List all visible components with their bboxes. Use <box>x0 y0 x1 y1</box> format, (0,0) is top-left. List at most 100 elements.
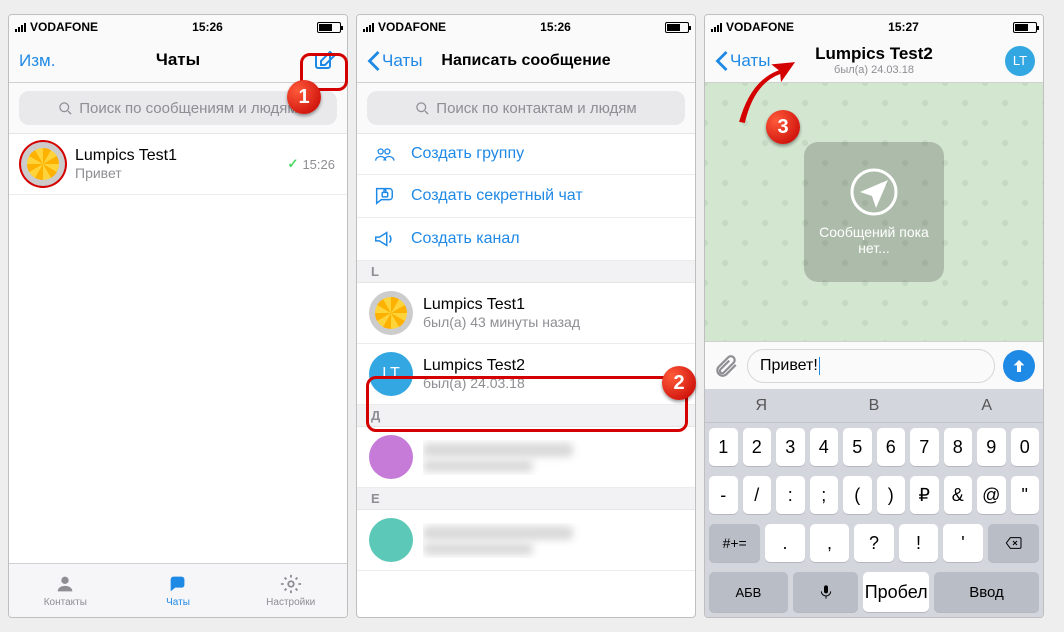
key[interactable]: 9 <box>977 428 1006 466</box>
search-icon <box>58 101 73 116</box>
back-button[interactable]: Чаты <box>357 39 432 82</box>
contact-avatar <box>369 291 413 335</box>
tab-settings[interactable]: Настройки <box>234 564 347 617</box>
key[interactable]: ! <box>899 524 938 562</box>
contact-avatar: LT <box>369 352 413 396</box>
gear-icon <box>278 573 304 595</box>
status-bar: VODAFONE 15:27 <box>705 15 1043 39</box>
nav-title: Lumpics Test2был(а) 24.03.18 <box>815 45 933 76</box>
callout-badge-2: 2 <box>662 366 696 400</box>
key[interactable]: & <box>944 476 973 514</box>
callout-badge-3: 3 <box>766 110 800 144</box>
message-input[interactable]: Привет! <box>747 349 995 383</box>
chat-time: 15:26 <box>302 157 335 172</box>
search-icon <box>415 101 430 116</box>
attach-icon[interactable] <box>713 353 739 379</box>
key[interactable]: ' <box>943 524 982 562</box>
create-channel-button[interactable]: Создать канал <box>357 218 695 261</box>
key[interactable]: : <box>776 476 805 514</box>
send-button[interactable] <box>1003 350 1035 382</box>
contact-row[interactable]: Lumpics Test1 был(а) 43 минуты назад <box>357 283 695 344</box>
key[interactable]: - <box>709 476 738 514</box>
nav-title: Чаты <box>156 51 200 70</box>
key-space[interactable]: Пробел <box>863 572 929 612</box>
candidate[interactable]: В <box>818 389 931 422</box>
chat-avatar <box>21 142 65 186</box>
key-enter[interactable]: Ввод <box>934 572 1039 612</box>
signal-icon <box>711 22 722 32</box>
carrier-label: VODAFONE <box>378 20 446 34</box>
key[interactable]: . <box>765 524 804 562</box>
contact-avatar <box>369 435 413 479</box>
text-cursor <box>819 357 821 375</box>
key[interactable]: " <box>1011 476 1040 514</box>
compose-icon <box>313 49 337 73</box>
key-abc[interactable]: АБВ <box>709 572 788 612</box>
contact-row-blurred[interactable] <box>357 427 695 488</box>
create-secret-chat-button[interactable]: Создать секретный чат <box>357 175 695 218</box>
key-backspace[interactable] <box>988 524 1039 562</box>
key[interactable]: 4 <box>810 428 839 466</box>
key[interactable]: / <box>743 476 772 514</box>
chat-name: Lumpics Test1 <box>75 147 278 165</box>
status-bar: VODAFONE 15:26 <box>9 15 347 39</box>
tab-bar: Контакты Чаты Настройки <box>9 563 347 617</box>
chat-last-message: Привет <box>75 165 278 181</box>
tab-contacts[interactable]: Контакты <box>9 564 122 617</box>
compose-button[interactable] <box>303 39 347 82</box>
mic-icon <box>818 582 834 602</box>
key[interactable]: ; <box>810 476 839 514</box>
chat-row[interactable]: Lumpics Test1 Привет ✓15:26 <box>9 134 347 195</box>
chat-avatar-button[interactable]: LT <box>995 39 1043 82</box>
search-input[interactable]: Поиск по контактам и людям <box>367 91 685 125</box>
contact-status: был(а) 24.03.18 <box>423 375 683 391</box>
key[interactable]: 3 <box>776 428 805 466</box>
contact-row-blurred[interactable] <box>357 510 695 571</box>
edit-button[interactable]: Изм. <box>9 39 65 82</box>
candidate[interactable]: Я <box>705 389 818 422</box>
key[interactable]: 0 <box>1011 428 1040 466</box>
contact-name: Lumpics Test2 <box>423 357 683 375</box>
section-header: Д <box>357 405 695 427</box>
key[interactable]: ) <box>877 476 906 514</box>
key[interactable]: 8 <box>944 428 973 466</box>
key[interactable]: ( <box>843 476 872 514</box>
key[interactable]: 2 <box>743 428 772 466</box>
chevron-left-icon <box>715 51 728 71</box>
signal-icon <box>15 22 26 32</box>
tab-chats[interactable]: Чаты <box>122 564 235 617</box>
group-icon <box>371 144 397 164</box>
battery-icon <box>665 22 689 33</box>
key[interactable]: 1 <box>709 428 738 466</box>
key[interactable]: ? <box>854 524 893 562</box>
chats-icon <box>165 573 191 595</box>
search-wrap: Поиск по контактам и людям <box>357 83 695 134</box>
contact-name: Lumpics Test1 <box>423 296 683 314</box>
key[interactable]: 6 <box>877 428 906 466</box>
screen-compose: VODAFONE 15:26 Чаты Написать сообщение П… <box>356 14 696 618</box>
section-header: Е <box>357 488 695 510</box>
key[interactable]: 5 <box>843 428 872 466</box>
search-placeholder: Поиск по контактам и людям <box>436 100 636 117</box>
chevron-left-icon <box>367 51 380 71</box>
battery-icon <box>317 22 341 33</box>
avatar: LT <box>1005 46 1035 76</box>
contact-row-highlighted[interactable]: LT Lumpics Test2 был(а) 24.03.18 <box>357 344 695 405</box>
key[interactable]: ₽ <box>910 476 939 514</box>
candidate-bar: Я В А <box>705 389 1043 423</box>
empty-chat-box: Сообщений пока нет... <box>804 142 944 282</box>
carrier-label: VODAFONE <box>726 20 794 34</box>
arrow-up-icon <box>1011 358 1027 374</box>
key[interactable]: @ <box>977 476 1006 514</box>
key-symbols[interactable]: #+= <box>709 524 760 562</box>
key-mic[interactable] <box>793 572 859 612</box>
key[interactable]: 7 <box>910 428 939 466</box>
key[interactable]: , <box>810 524 849 562</box>
search-placeholder: Поиск по сообщениям и людям <box>79 100 298 117</box>
create-group-button[interactable]: Создать группу <box>357 134 695 175</box>
contact-status: был(а) 43 минуты назад <box>423 314 683 330</box>
candidate[interactable]: А <box>930 389 1043 422</box>
nav-title: Написать сообщение <box>441 52 610 70</box>
nav-bar: Изм. Чаты <box>9 39 347 83</box>
contact-avatar <box>369 518 413 562</box>
